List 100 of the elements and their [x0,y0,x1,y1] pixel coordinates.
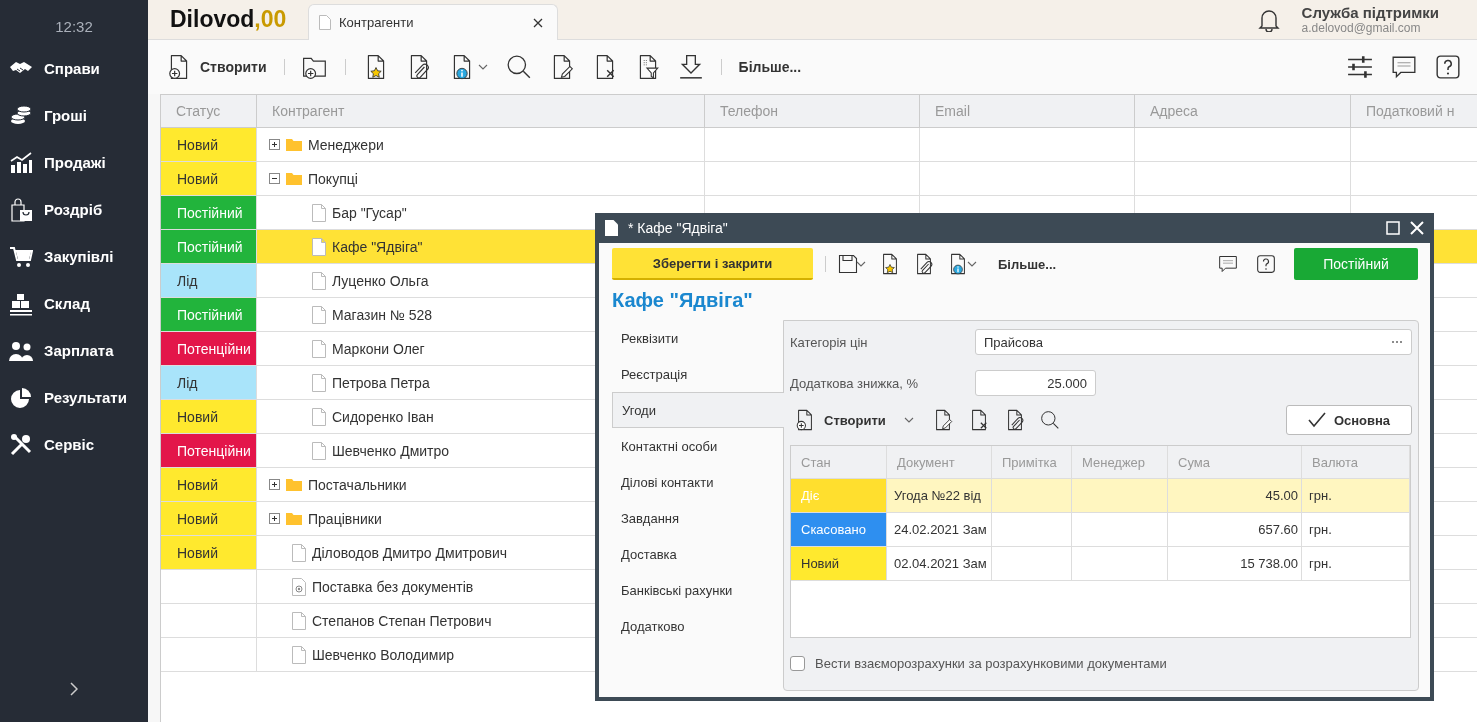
side-tab[interactable]: Угоди [612,392,784,428]
table-cell: 02.04.2021 Зам [887,547,992,581]
status-cell: Новий [161,162,257,196]
sidebar-item[interactable]: Справи [0,45,148,92]
more-icon[interactable] [1391,340,1403,344]
main-button[interactable]: Основна [1286,405,1412,435]
document-icon [292,577,306,596]
sidebar-item[interactable]: Результати [0,374,148,421]
number-field[interactable]: 25.000 [975,370,1096,396]
side-tab[interactable]: Контактні особи [612,428,783,464]
contractor-name: Магазин № 528 [332,306,433,323]
more-button[interactable]: Більше... [738,59,802,75]
download-icon[interactable] [677,54,704,80]
sidebar-item[interactable]: Закупівлі [0,233,148,280]
collapse-icon[interactable] [269,173,280,184]
side-tab[interactable]: Ділові контакти [612,464,783,500]
status-cell: Діє [791,479,887,513]
field-label: Категорія цін [790,334,869,350]
table-row[interactable]: Скасовано 24.02.2021 Зам 657.60 грн. [791,513,1410,547]
select-field[interactable]: Прайсова [975,329,1412,355]
folder-icon [286,172,302,185]
document-icon [312,441,326,460]
bell-icon[interactable] [1257,7,1280,32]
more-button[interactable]: Більше... [998,256,1057,272]
status-cell: Потенційни [161,332,257,366]
chat-icon[interactable] [1218,254,1238,274]
sidebar-item[interactable]: Зарплата [0,327,148,374]
record-heading: Кафе "Ядвіга" [612,289,754,312]
sidebar-item[interactable]: Роздріб [0,186,148,233]
table-row[interactable]: Діє Угода №22 від 45.00 грн. [791,479,1410,513]
contractor-name: Бар "Гусар" [332,204,407,221]
table-cell: Угода №22 від [887,479,992,513]
table-cell: 657.60 [1168,513,1302,547]
folder-icon [286,478,302,491]
chevron-right-icon[interactable] [70,682,78,696]
clock-time: 12:32 [54,17,94,37]
help-icon[interactable] [1435,54,1461,80]
create-button[interactable]: Створити [794,409,886,431]
maximize-icon[interactable] [1386,221,1400,235]
expand-icon[interactable] [269,139,280,150]
checkbox[interactable] [790,656,805,671]
support-title[interactable]: Служба підтримки [1301,4,1439,21]
document-icon [605,220,618,236]
status-cell: Постійний [161,230,257,264]
close-icon[interactable] [533,17,543,28]
contractor-name: Маркони Олег [332,340,425,357]
status-cell: Новий [161,468,257,502]
document-icon [292,611,306,630]
document-icon [312,407,326,426]
user-email: a.delovod@gmail.com [1301,21,1422,35]
bar-chart-icon [9,150,33,175]
table-row[interactable]: Новий Менеджери [161,128,1477,162]
search-icon[interactable] [505,54,532,80]
check-icon [1307,412,1326,428]
status-cell: Скасовано [791,513,887,547]
contractor-name: Сидоренко Іван [332,408,434,425]
sidebar-item[interactable]: Продажі [0,139,148,186]
create-button[interactable]: Створити [166,54,267,80]
status-cell: Лід [161,264,257,298]
save-icon[interactable] [838,254,858,274]
side-tab[interactable]: Реквізити [612,320,783,356]
side-tab[interactable]: Реєстрація [612,356,783,392]
pie-chart-icon [9,385,33,410]
tab[interactable]: Контрагенти [308,4,558,40]
side-tab[interactable]: Банківські рахунки [612,572,783,608]
document-icon [312,339,326,358]
sidebar-item[interactable]: Склад [0,280,148,327]
folder-icon [286,138,302,151]
save-close-button[interactable]: Зберегти і закрити [612,248,813,280]
status-cell: Лід [161,366,257,400]
sidebar-item[interactable]: Гроші [0,92,148,139]
status-cell: Потенційни [161,434,257,468]
table-row[interactable]: Новий 02.04.2021 Зам 15 738.00 грн. [791,547,1410,581]
contractor-name: Покупці [308,170,358,187]
chat-icon[interactable] [1391,54,1417,80]
table-cell: 15 738.00 [1168,547,1302,581]
sliders-icon[interactable] [1347,54,1373,80]
contractor-name: Степанов Степан Петрович [312,612,492,629]
document-icon [312,237,326,256]
contractor-name: Менеджери [308,136,384,153]
contractor-name: Петрова Петра [332,374,430,391]
document-icon [312,271,326,290]
cart-icon [9,244,33,269]
expand-icon[interactable] [269,513,280,524]
contractor-name: Працівники [308,510,382,527]
field-label: Додаткова знижка, % [790,375,920,391]
side-tab[interactable]: Завдання [612,500,783,536]
contractor-name: Кафе "Ядвіга" [332,238,423,255]
table-row[interactable]: Новий Покупці [161,162,1477,196]
table-cell: 24.02.2021 Зам [887,513,992,547]
search-icon[interactable] [1039,410,1060,430]
contractor-name: Постачальники [308,476,407,493]
help-icon[interactable] [1256,254,1276,274]
status-cell: Новий [161,400,257,434]
side-tab[interactable]: Доставка [612,536,783,572]
side-tab[interactable]: Додатково [612,608,783,644]
table-cell: 45.00 [1168,479,1302,513]
contractor-name: Луценко Ольга [332,272,429,289]
sidebar-item[interactable]: Сервіс [0,421,148,468]
expand-icon[interactable] [269,479,280,490]
